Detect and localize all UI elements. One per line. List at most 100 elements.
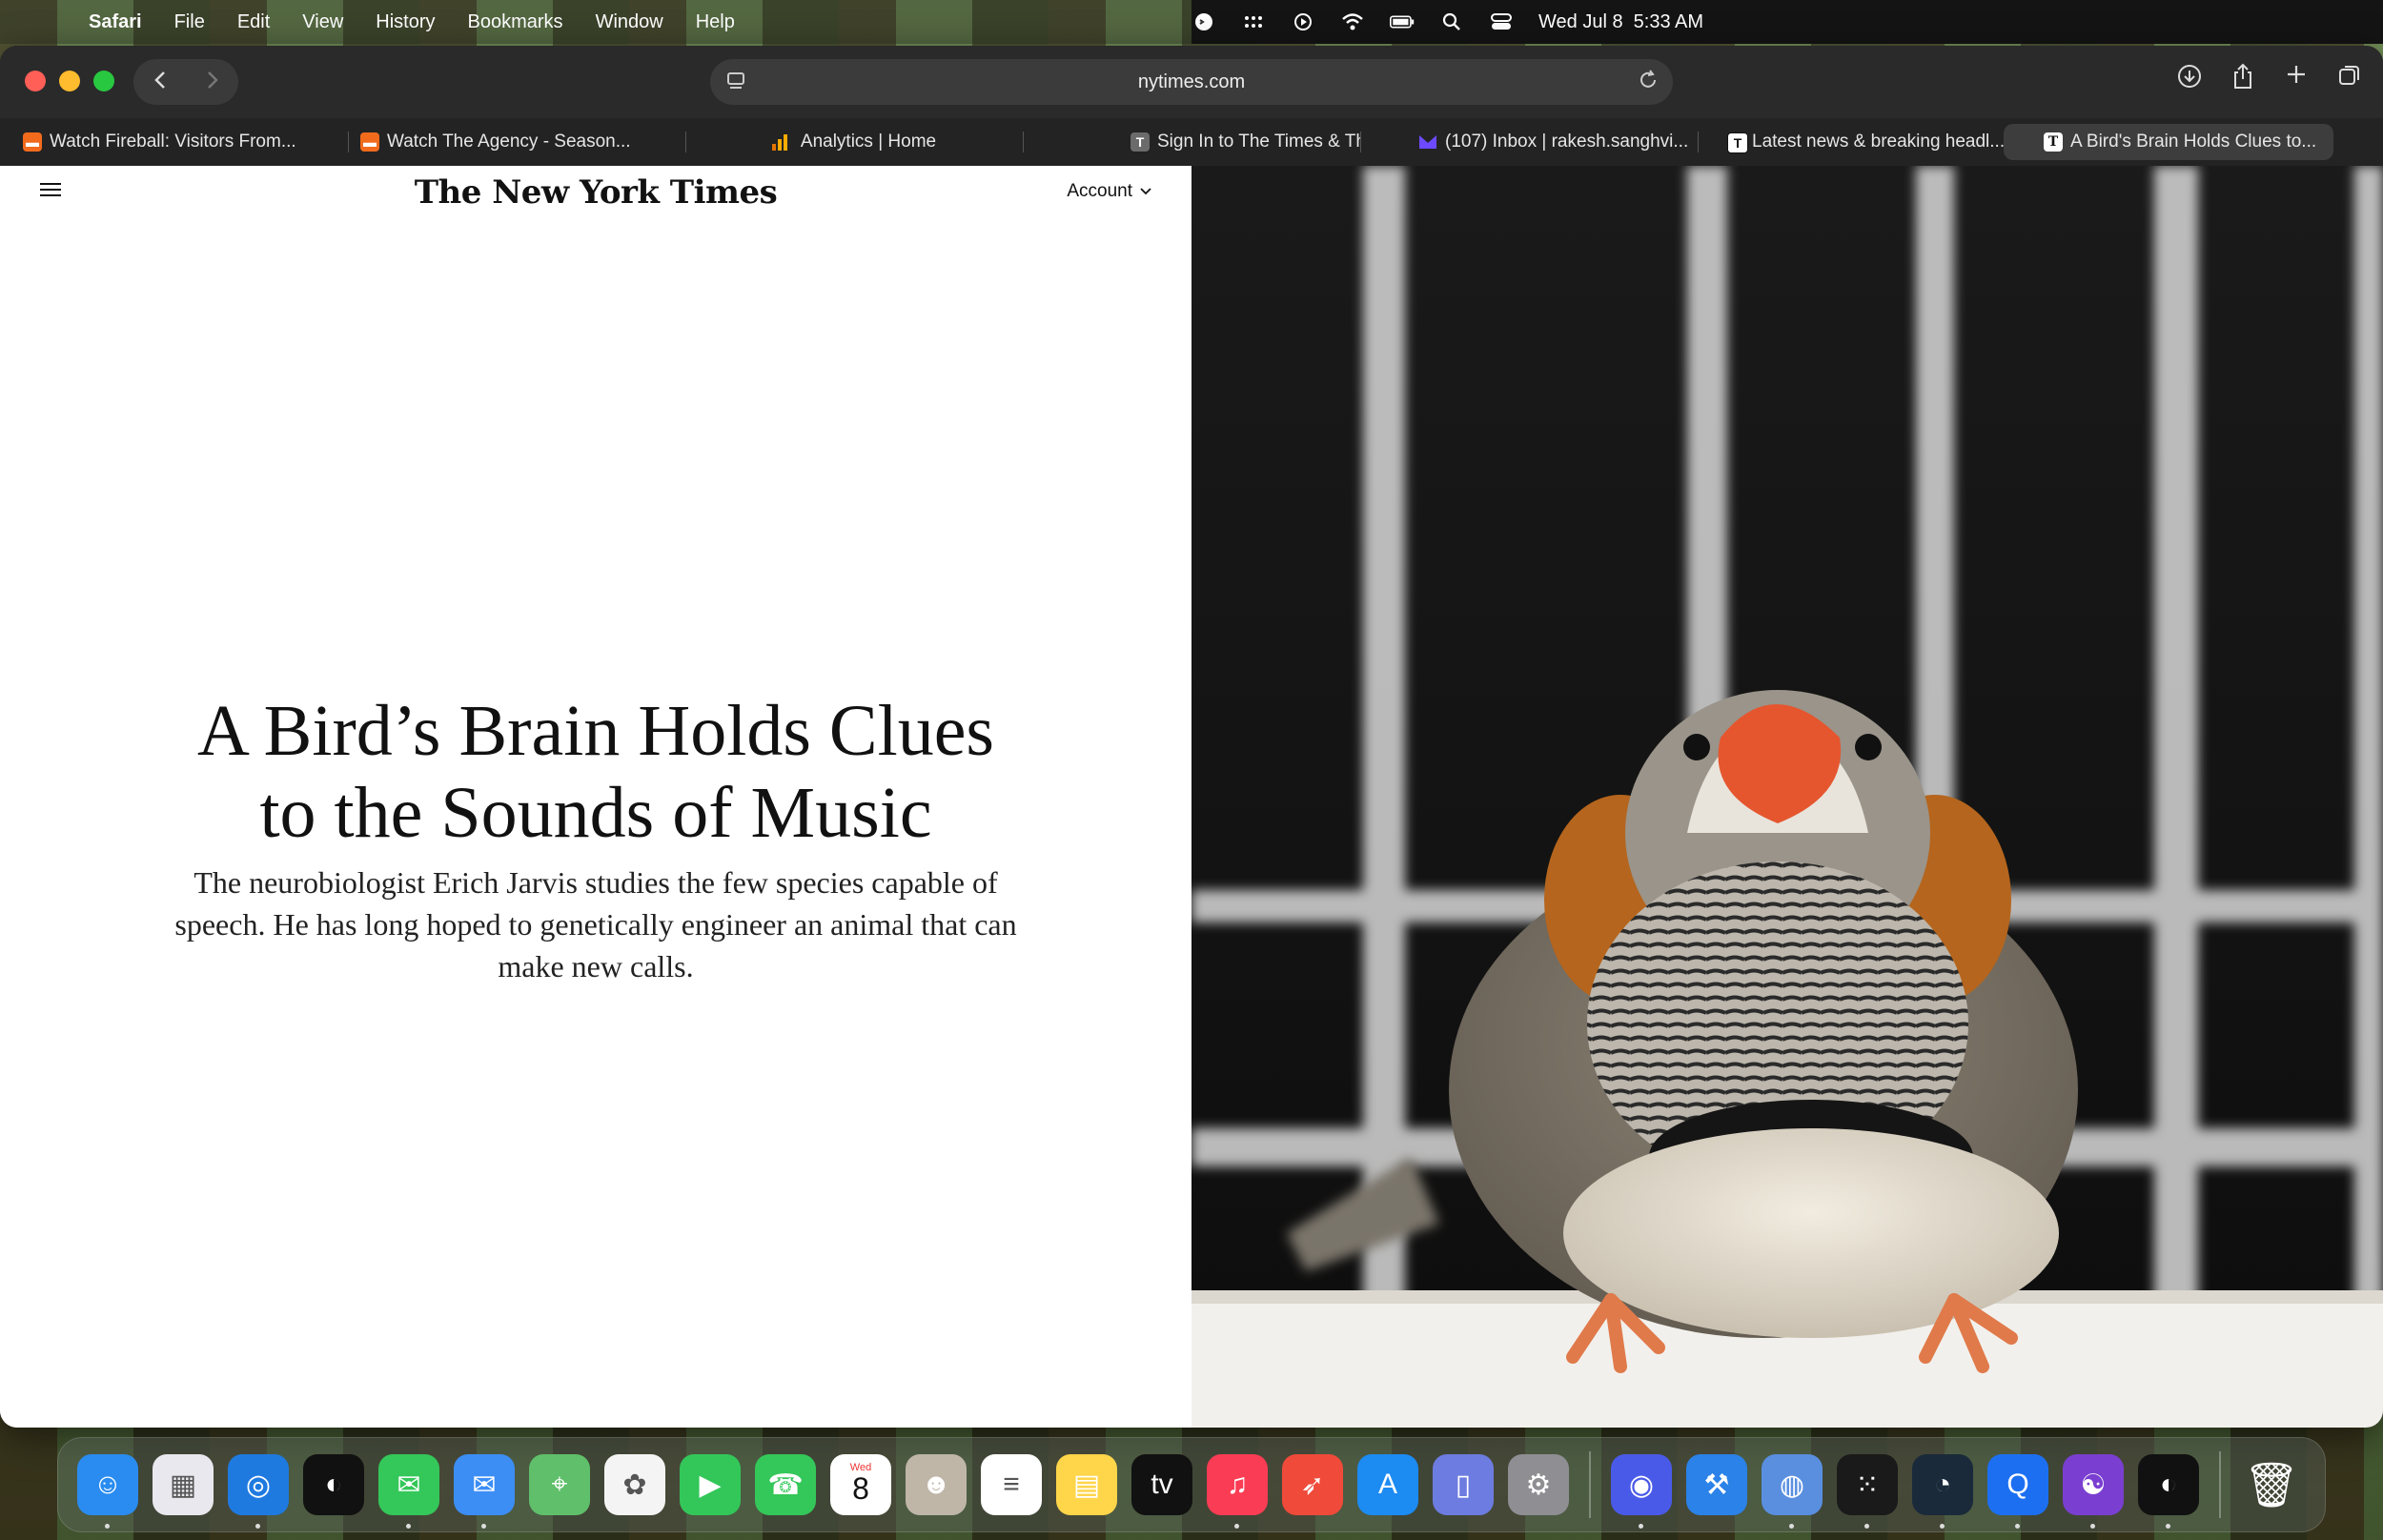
speed-test-icon: ◔	[1933, 1469, 1952, 1500]
dock-app-contacts[interactable]: ☻	[906, 1454, 967, 1515]
tab-proton-inbox[interactable]: (107) Inbox | rakesh.sanghvi...	[1361, 124, 1699, 160]
dock-app-notes[interactable]: ▤	[1056, 1454, 1117, 1515]
running-indicator	[1864, 1524, 1869, 1529]
downloads-icon[interactable]	[2175, 63, 2204, 96]
rocket-app-icon: ➶	[1300, 1469, 1325, 1501]
tab-analytics[interactable]: Analytics | Home	[686, 124, 1024, 160]
running-indicator	[105, 1524, 110, 1529]
nyt-icon: T	[2044, 132, 2063, 152]
forward-icon[interactable]	[206, 68, 219, 97]
dock-app-chat-app[interactable]: ◉	[1611, 1454, 1672, 1529]
dock-app-github-desktop[interactable]: ☯	[2063, 1454, 2124, 1529]
account-button[interactable]: Account	[1067, 181, 1151, 202]
dock-app-launchpad[interactable]: ▦	[153, 1454, 214, 1515]
share-icon[interactable]	[2229, 63, 2257, 96]
trash-icon: 🗑	[2243, 1459, 2300, 1510]
dock-app-trash[interactable]: 🗑	[2241, 1454, 2302, 1515]
tab-fireball[interactable]: ▬ Watch Fireball: Visitors From...	[11, 124, 349, 160]
nav-buttons	[133, 59, 238, 105]
menu-window[interactable]: Window	[596, 11, 663, 33]
dock-app-dots-app[interactable]: ⁙	[1837, 1454, 1898, 1529]
dock: ☺ ▦ ◎ ◐ ✉ ✉ ⌖ ✿ ▶ ☎ Wed 8 ☻ ≡ ▤ tv ♫ ➶ A ▯ ⚙ ◉ ⚒ ◍ ⁙ ◔ Q ☯ ◐ 🗑	[57, 1437, 2326, 1532]
finder-icon: ☺	[92, 1469, 123, 1500]
back-icon[interactable]	[153, 68, 167, 97]
dock-app-mail[interactable]: ✉	[454, 1454, 515, 1529]
dock-app-facetime[interactable]: ▶	[680, 1454, 741, 1515]
dock-app-calendar[interactable]: Wed 8	[830, 1454, 891, 1515]
play-circle-icon[interactable]	[1291, 11, 1315, 32]
dock-app-safari[interactable]: ◎	[228, 1454, 289, 1529]
reminders-icon: ≡	[1003, 1469, 1020, 1500]
podcast-app-icon: ◐	[324, 1469, 343, 1500]
running-indicator	[1234, 1524, 1239, 1529]
dock-app-reminders[interactable]: ≡	[981, 1454, 1042, 1515]
close-window-button[interactable]	[25, 71, 46, 91]
running-indicator	[255, 1524, 260, 1529]
tab-overview-icon[interactable]	[2335, 63, 2364, 96]
dock-app-apple-tv[interactable]: tv	[1131, 1454, 1192, 1515]
tab-label: (107) Inbox | rakesh.sanghvi...	[1445, 132, 1689, 152]
page-menu-icon[interactable]	[725, 71, 746, 91]
headline-line-2: to the Sounds of Music	[259, 773, 932, 853]
contacts-icon: ☻	[921, 1469, 951, 1500]
wifi-icon[interactable]	[1340, 11, 1365, 32]
menu-help[interactable]: Help	[696, 11, 735, 33]
tab-bird-brain[interactable]: T A Bird's Brain Holds Clues to...	[2004, 124, 2333, 160]
menu-clock[interactable]: Wed Jul 8 5:33 AM	[1538, 11, 1703, 33]
analytics-icon	[770, 132, 789, 152]
facetime-icon: ▶	[699, 1469, 722, 1501]
menu-view[interactable]: View	[302, 11, 343, 33]
disk-utility-icon: ◍	[1779, 1469, 1805, 1501]
zebra-finch-photo	[1192, 166, 2383, 1428]
tab-label: Watch The Agency - Season...	[387, 132, 631, 152]
zoom-window-button[interactable]	[93, 71, 114, 91]
dock-app-quick-app[interactable]: Q	[1987, 1454, 2048, 1529]
dock-app-configurator[interactable]: ▯	[1433, 1454, 1494, 1515]
dots-grid-icon[interactable]	[1241, 11, 1266, 32]
chatgpt-icon[interactable]	[1192, 11, 1216, 32]
nyt-masthead[interactable]: The New York Times	[0, 173, 1192, 212]
running-indicator	[1789, 1524, 1794, 1529]
app-store-icon: A	[1377, 1469, 1397, 1500]
account-label: Account	[1067, 181, 1132, 201]
dock-app-finder[interactable]: ☺	[77, 1454, 138, 1529]
dock-app-speed-test[interactable]: ◔	[1912, 1454, 1973, 1529]
dock-app-podcast-app[interactable]: ◐	[303, 1454, 364, 1515]
dock-app-disk-utility[interactable]: ◍	[1762, 1454, 1823, 1529]
reload-icon[interactable]	[1637, 69, 1660, 98]
tab-label: A Bird's Brain Holds Clues to...	[2070, 132, 2317, 152]
menu-history[interactable]: History	[376, 11, 435, 33]
minimize-window-button[interactable]	[59, 71, 80, 91]
dock-app-system-settings[interactable]: ⚙	[1508, 1454, 1569, 1515]
article-hero-image	[1192, 166, 2383, 1428]
search-icon[interactable]	[1439, 11, 1464, 32]
proton-mail-icon	[1418, 132, 1437, 152]
menu-app-name[interactable]: Safari	[89, 11, 142, 33]
tab-agency[interactable]: ▬ Watch The Agency - Season...	[349, 124, 686, 160]
battery-icon[interactable]	[1390, 11, 1415, 32]
new-tab-icon[interactable]	[2282, 63, 2311, 96]
dock-app-xcode[interactable]: ⚒	[1686, 1454, 1747, 1515]
dock-app-maps[interactable]: ⌖	[529, 1454, 590, 1515]
menu-file[interactable]: File	[174, 11, 205, 33]
dock-app-phone[interactable]: ☎	[755, 1454, 816, 1515]
running-indicator	[2090, 1524, 2095, 1529]
dock-app-rocket-app[interactable]: ➶	[1282, 1454, 1343, 1515]
dock-app-music[interactable]: ♫	[1207, 1454, 1268, 1529]
tab-times-signin[interactable]: T Sign In to The Times & The S...	[1024, 124, 1361, 160]
running-indicator	[406, 1524, 411, 1529]
maps-icon: ⌖	[551, 1469, 568, 1500]
dock-app-podcast-app-2[interactable]: ◐	[2138, 1454, 2199, 1529]
menu-edit[interactable]: Edit	[237, 11, 270, 33]
tab-latest-news[interactable]: T Latest news & breaking headl...	[1699, 124, 2004, 160]
address-bar[interactable]: nytimes.com	[710, 59, 1673, 105]
chat-app-icon: ◉	[1628, 1469, 1655, 1501]
menu-bookmarks[interactable]: Bookmarks	[468, 11, 563, 33]
dock-app-messages[interactable]: ✉	[378, 1454, 439, 1529]
dock-app-app-store[interactable]: A	[1357, 1454, 1418, 1515]
control-center-icon[interactable]	[1489, 11, 1514, 32]
mail-icon: ✉	[472, 1469, 497, 1501]
url-text[interactable]: nytimes.com	[1138, 71, 1245, 93]
dock-app-photos[interactable]: ✿	[604, 1454, 665, 1515]
status-area: Wed Jul 8 5:33 AM	[1192, 0, 2383, 44]
